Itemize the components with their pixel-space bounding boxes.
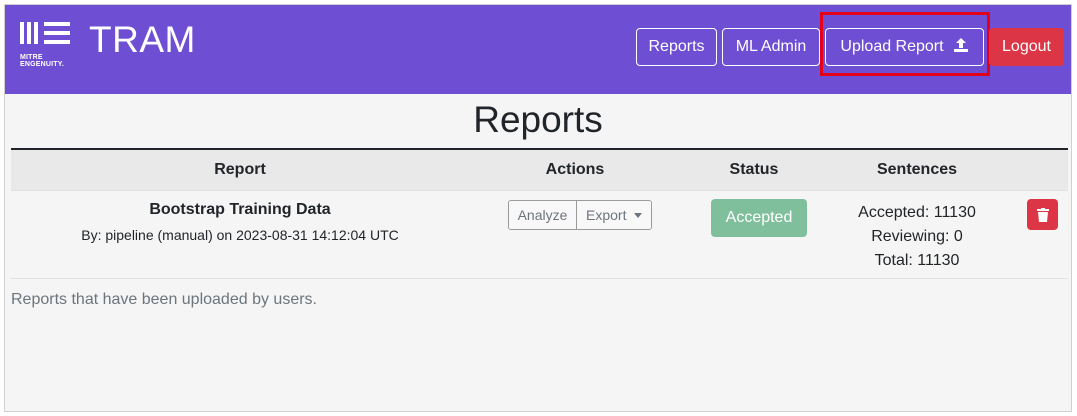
caret-down-icon — [634, 213, 642, 218]
logout-button[interactable]: Logout — [989, 28, 1064, 66]
trash-icon — [1036, 207, 1049, 222]
table-row: Bootstrap Training Data By: pipeline (ma… — [11, 190, 1068, 279]
column-header-status: Status — [729, 161, 779, 178]
ml-admin-nav-button[interactable]: ML Admin — [722, 28, 820, 66]
navbar: MITRE ENGENUITY. TRAM Reports ML Admin Up… — [5, 5, 1071, 94]
reports-table: Report Actions Status Sentences Bootstra… — [11, 148, 1068, 279]
sentence-counts: Accepted: 11130 Reviewing: 0 Total: 1113… — [827, 201, 1007, 273]
reviewing-count: Reviewing: 0 — [871, 228, 963, 245]
status-badge: Accepted — [711, 199, 807, 237]
column-header-sentences: Sentences — [876, 161, 958, 178]
app-frame: MITRE ENGENUITY. TRAM Reports ML Admin Up… — [4, 4, 1072, 412]
column-header-report: Report — [214, 161, 266, 178]
delete-report-button[interactable] — [1027, 199, 1058, 230]
table-header: Report Actions Status Sentences — [11, 148, 1068, 190]
page-title: Reports — [473, 99, 603, 140]
accepted-count: Accepted: 11130 — [858, 204, 976, 221]
total-count: Total: 11130 — [874, 252, 960, 269]
export-dropdown-button[interactable]: Export — [577, 201, 651, 229]
app-title[interactable]: TRAM — [89, 19, 196, 61]
logo-caption: MITRE ENGENUITY. — [20, 54, 65, 68]
column-header-actions: Actions — [545, 161, 605, 178]
table-footnote: Reports that have been uploaded by users… — [11, 291, 317, 308]
actions-button-group: Analyze Export — [508, 200, 652, 230]
report-title: Bootstrap Training Data — [149, 201, 331, 218]
mitre-engenuity-logo[interactable]: MITRE ENGENUITY. — [20, 20, 72, 70]
upload-report-highlight — [820, 12, 990, 76]
export-label: Export — [586, 207, 627, 223]
analyze-button[interactable]: Analyze — [509, 201, 577, 229]
mitre-logo-icon — [20, 22, 70, 44]
reports-nav-button[interactable]: Reports — [636, 28, 717, 66]
report-meta: By: pipeline (manual) on 2023-08-31 14:1… — [81, 227, 399, 243]
